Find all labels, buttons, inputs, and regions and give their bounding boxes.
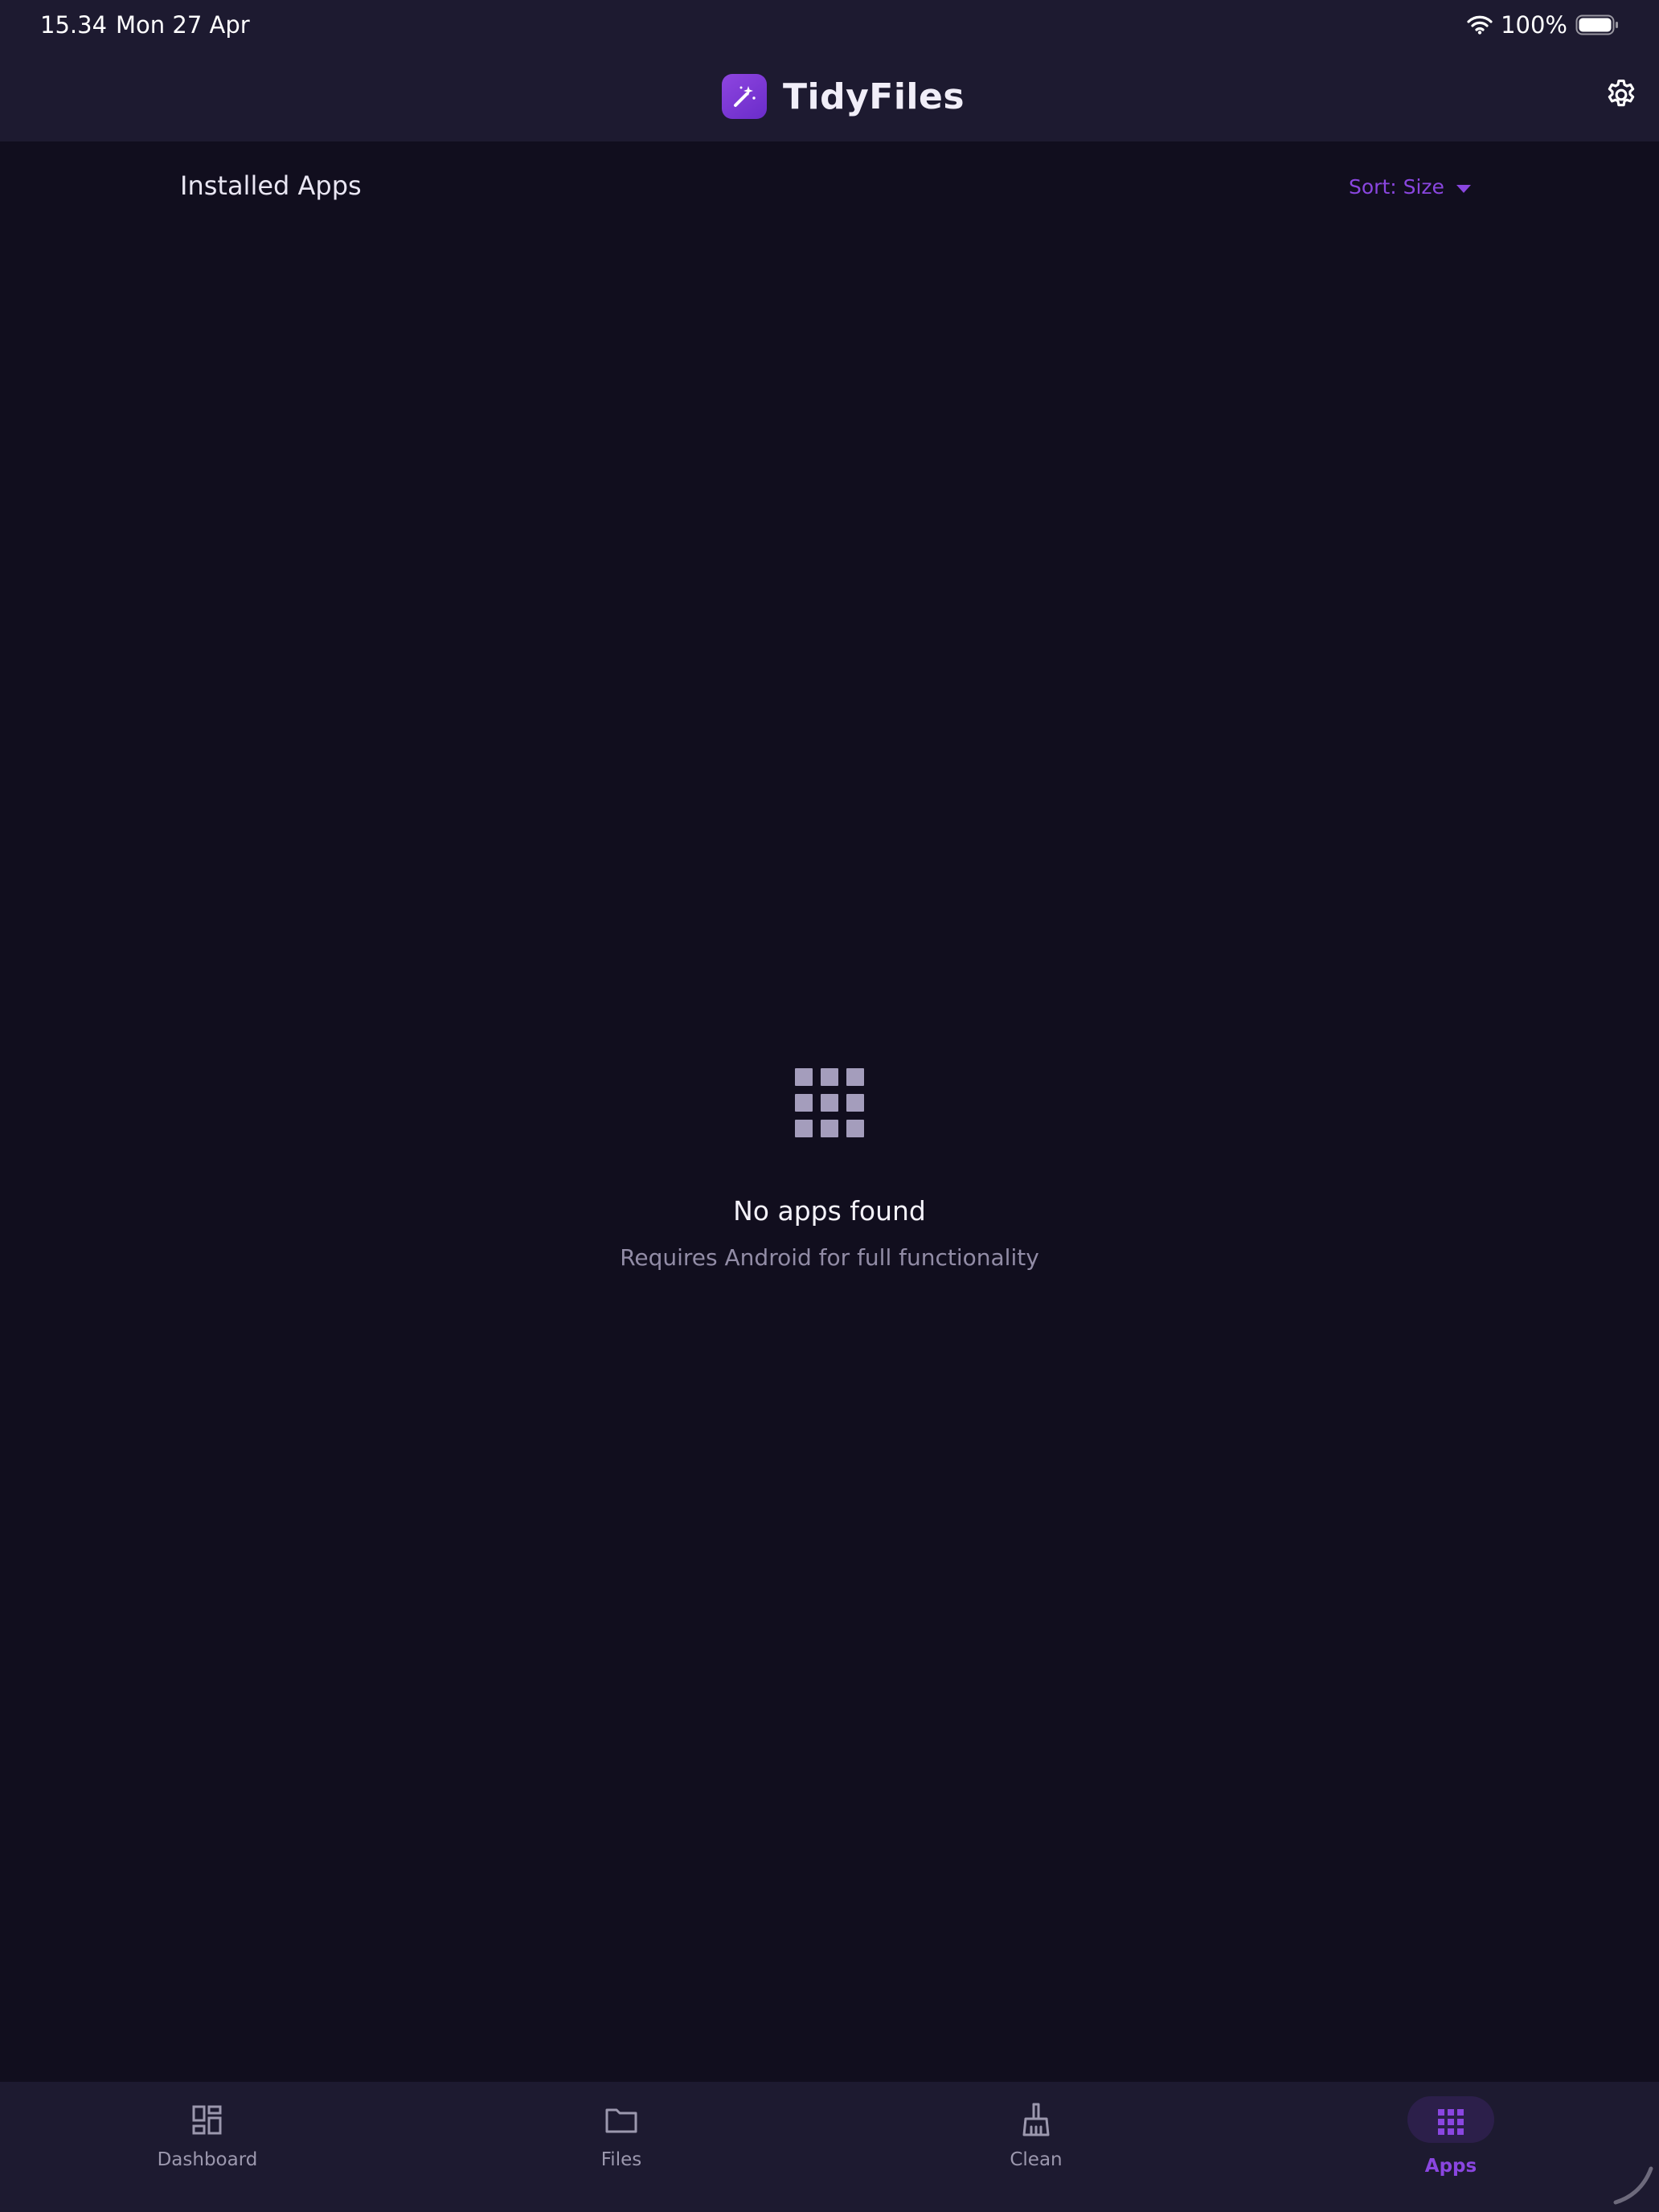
- empty-state-title: No apps found: [733, 1195, 926, 1227]
- status-bar: 15.34 Mon 27 Apr 100%: [0, 0, 1659, 51]
- app-bar: TidyFiles: [0, 51, 1659, 141]
- nav-label-clean: Clean: [1010, 2149, 1063, 2170]
- nav-item-clean[interactable]: Clean: [916, 2082, 1157, 2212]
- nav-label-dashboard: Dashboard: [157, 2149, 258, 2170]
- wifi-icon: [1467, 15, 1493, 35]
- settings-button[interactable]: [1602, 77, 1641, 116]
- section-title: Installed Apps: [180, 170, 362, 201]
- sort-dropdown[interactable]: Sort: Size: [1349, 175, 1472, 199]
- resize-handle-icon: [1611, 2162, 1656, 2210]
- nav-item-apps[interactable]: Apps: [1330, 2082, 1571, 2212]
- apps-grid-icon: [1438, 2109, 1464, 2138]
- status-indicators: 100%: [1467, 11, 1619, 39]
- nav-item-dashboard[interactable]: Dashboard: [87, 2082, 328, 2212]
- dashboard-icon: [191, 2104, 223, 2140]
- app-title: TidyFiles: [783, 76, 965, 117]
- status-time: 15.34: [40, 11, 108, 39]
- nav-label-apps: Apps: [1424, 2156, 1477, 2177]
- nav-label-files: Files: [600, 2149, 642, 2170]
- dropdown-arrow-icon: [1456, 175, 1472, 199]
- folder-icon: [604, 2106, 638, 2138]
- battery-percentage: 100%: [1501, 11, 1567, 39]
- empty-state-subtitle: Requires Android for full functionality: [620, 1244, 1039, 1271]
- bottom-navigation: Dashboard Files Clean Apps: [0, 2082, 1659, 2212]
- apps-grid-icon: [795, 1068, 864, 1141]
- magic-wand-icon: [722, 74, 767, 119]
- nav-item-files[interactable]: Files: [501, 2082, 742, 2212]
- gear-icon: [1604, 77, 1639, 116]
- broom-icon: [1020, 2103, 1052, 2140]
- brand: TidyFiles: [722, 74, 965, 119]
- sort-label: Sort: Size: [1349, 175, 1444, 199]
- battery-icon: [1575, 14, 1619, 35]
- status-date: Mon 27 Apr: [116, 11, 250, 39]
